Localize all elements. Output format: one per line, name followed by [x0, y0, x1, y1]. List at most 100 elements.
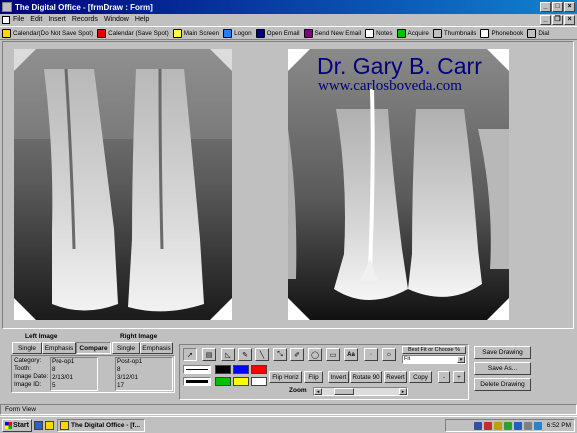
fit-select-value: Fit: [404, 356, 411, 362]
globe-icon[interactable]: [513, 421, 522, 430]
color-swatch-red[interactable]: [251, 365, 267, 374]
compare-button[interactable]: Compare: [76, 342, 111, 354]
toolbar-calendar-button[interactable]: Calendar(Do Not Save Spot): [2, 28, 93, 38]
control-panel: Left Image Right Image Single Emphasis C…: [2, 330, 574, 403]
left-xray-image[interactable]: [14, 49, 232, 320]
toolbar-acquire-button[interactable]: Acquire: [396, 28, 429, 38]
toolbar-smiley-button[interactable]: Main Screen: [172, 28, 219, 38]
right-values: Post-op1 8 3/12/01 17: [115, 357, 173, 391]
toolbar-label: Calendar (Save Spot): [108, 29, 169, 37]
zoom-slider[interactable]: ◂ ▸: [313, 387, 408, 396]
pointer-tool-icon[interactable]: ➚: [183, 348, 197, 361]
clock: 6:52 PM: [546, 422, 571, 429]
rectangle-tool-icon[interactable]: ▭: [326, 348, 340, 361]
toolbar-label: Acquire: [407, 29, 429, 37]
minimize-button[interactable]: _: [540, 2, 551, 12]
left-id-value: 5: [52, 382, 56, 389]
folder-icon[interactable]: [45, 420, 54, 430]
color-swatch-yellow[interactable]: [233, 377, 249, 386]
windows-logo-icon: [5, 421, 12, 429]
flip-button[interactable]: Flip: [304, 371, 323, 383]
toolbar-email-open-button[interactable]: Open Email: [255, 28, 300, 38]
flip-horiz-button[interactable]: Flip Horiz: [269, 371, 302, 383]
document-icon[interactable]: [2, 15, 10, 24]
printer-icon[interactable]: [493, 421, 502, 430]
image-id-label: Image ID:: [14, 381, 42, 388]
network-icon[interactable]: [473, 421, 482, 430]
save-as-button[interactable]: Save As...: [474, 362, 531, 375]
help-icon[interactable]: [533, 421, 542, 430]
menu-edit[interactable]: Edit: [30, 16, 42, 23]
color-swatch-green[interactable]: [215, 377, 231, 386]
color-swatch-blue[interactable]: [233, 365, 249, 374]
toolbar-thumbnails-button[interactable]: Thumbnails: [432, 28, 476, 38]
eraser-tool-icon[interactable]: ✐: [290, 348, 304, 361]
notes-icon: [365, 28, 375, 38]
pen-tool-icon[interactable]: ✎: [238, 348, 252, 361]
phone-icon: [527, 28, 537, 38]
revert-button[interactable]: Revert: [384, 371, 407, 383]
scroll-left-icon[interactable]: ◂: [314, 388, 322, 395]
copy-button[interactable]: Copy: [409, 371, 432, 383]
child-minimize-button[interactable]: _: [540, 15, 551, 25]
delete-drawing-button[interactable]: Delete Drawing: [474, 378, 531, 391]
zoom-plus-button[interactable]: +: [453, 371, 465, 383]
right-xray-image[interactable]: Dr. Gary B. Carr www.carlosboveda.com: [288, 49, 509, 320]
color-swatch-black[interactable]: [215, 365, 231, 374]
toolbar-phone-button[interactable]: Dial: [527, 28, 549, 38]
fit-select[interactable]: Fit ▾: [402, 355, 466, 364]
monitor-icon[interactable]: [503, 421, 512, 430]
ellipse-tool-icon[interactable]: ◯: [308, 348, 322, 361]
right-emphasis-button[interactable]: Emphasis: [140, 342, 173, 354]
right-single-button[interactable]: Single: [112, 342, 140, 354]
measure-tool-icon[interactable]: ⤡: [273, 348, 287, 361]
close-button[interactable]: ×: [564, 2, 575, 12]
antivirus-icon[interactable]: [483, 421, 492, 430]
scroll-right-icon[interactable]: ▸: [399, 388, 407, 395]
left-image-heading: Left Image: [25, 333, 58, 340]
taskbar-app-button[interactable]: The Digital Office - [f...: [57, 418, 145, 432]
invert-button[interactable]: Invert: [328, 371, 349, 383]
zoom-minus-button[interactable]: -: [438, 371, 450, 383]
menu-file[interactable]: File: [13, 16, 24, 23]
menu-help[interactable]: Help: [135, 16, 149, 23]
text-tool-icon[interactable]: Aa: [344, 348, 358, 361]
select-rect-tool-icon[interactable]: ▤: [202, 348, 216, 361]
toolbar-logon-button[interactable]: Logon: [223, 28, 252, 38]
image-info-box: Category: Tooth: Image Date: Image ID: P…: [11, 355, 175, 393]
zoom-slider-thumb[interactable]: [334, 388, 354, 395]
calendar-save-icon: [97, 28, 107, 38]
left-emphasis-button[interactable]: Emphasis: [42, 342, 76, 354]
maximize-button[interactable]: □: [552, 2, 563, 12]
toolbar-phonebook-button[interactable]: Phonebook: [480, 28, 523, 38]
toolbar-email-send-button[interactable]: Send New Email: [303, 28, 362, 38]
drawing-canvas[interactable]: Dr. Gary B. Carr www.carlosboveda.com: [2, 41, 574, 329]
toolbar-notes-button[interactable]: Notes: [365, 28, 393, 38]
crop-tool-icon[interactable]: ◺: [221, 348, 235, 361]
chevron-down-icon[interactable]: ▾: [457, 356, 465, 363]
right-category-value: Post-op1: [117, 358, 143, 365]
brightness-tool-icon[interactable]: ☼: [382, 348, 396, 361]
line-style-thin[interactable]: [183, 365, 211, 374]
toolbar-label: Send New Email: [314, 29, 362, 37]
menu-insert[interactable]: Insert: [48, 16, 66, 23]
line-style-thick[interactable]: [183, 377, 211, 386]
rotate-90-button[interactable]: Rotate 90: [350, 371, 382, 383]
start-button[interactable]: Start: [2, 418, 32, 432]
save-drawing-button[interactable]: Save Drawing: [474, 346, 531, 359]
menu-records[interactable]: Records: [72, 16, 98, 23]
child-restore-button[interactable]: ❐: [552, 15, 563, 25]
line-tool-icon[interactable]: ╲: [255, 348, 269, 361]
email-open-icon: [255, 28, 265, 38]
calendar-icon: [2, 28, 11, 38]
explorer-icon[interactable]: [34, 420, 43, 430]
speaker-icon[interactable]: [523, 421, 532, 430]
fit-label: Best Fit or Choose %: [402, 346, 466, 354]
color-swatch-white[interactable]: [251, 377, 267, 386]
window-title: The Digital Office - [frmDraw : Form]: [15, 2, 153, 12]
left-single-button[interactable]: Single: [12, 342, 42, 354]
point-tool-icon[interactable]: ·: [364, 348, 378, 361]
menu-window[interactable]: Window: [104, 16, 129, 23]
toolbar-calendar-save-button[interactable]: Calendar (Save Spot): [97, 28, 169, 38]
child-close-button[interactable]: ×: [564, 15, 575, 25]
